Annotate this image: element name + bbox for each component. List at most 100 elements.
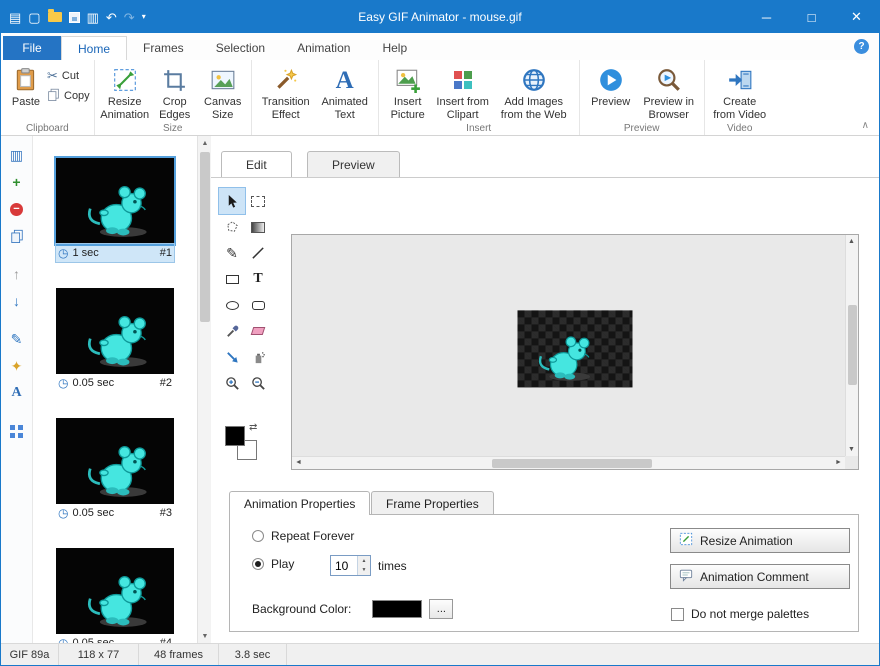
minimize-button[interactable]: ─ (744, 1, 789, 33)
tab-preview[interactable]: Preview (307, 151, 400, 177)
transition-effect-button[interactable]: Transition Effect (256, 64, 316, 123)
frame-grid-view-icon[interactable] (7, 422, 27, 440)
tab-selection[interactable]: Selection (200, 36, 281, 60)
edit-canvas[interactable]: ▲ ▼ ◄ ► (291, 234, 859, 470)
animation-comment-button[interactable]: Animation Comment (670, 564, 850, 589)
edit-frame-icon[interactable]: ✎ (7, 330, 27, 348)
preview-button[interactable]: Preview (584, 64, 638, 111)
text-tool[interactable]: T (245, 266, 271, 292)
close-button[interactable]: ✕ (834, 1, 879, 33)
resize-animation-button[interactable]: Resize Animation (99, 64, 151, 123)
gradient-fill-tool[interactable] (245, 214, 271, 240)
new-file-icon[interactable]: ▢ (28, 11, 40, 24)
ellipse-tool[interactable] (219, 292, 245, 318)
play-radio[interactable] (252, 558, 264, 570)
scrollbar-thumb[interactable] (848, 305, 857, 385)
repeat-forever-radio[interactable] (252, 530, 264, 542)
effects-wand-icon[interactable]: ✦ (7, 357, 27, 375)
scrollbar-thumb[interactable] (200, 152, 210, 322)
background-color-picker-button[interactable]: ... (429, 599, 453, 619)
maximize-button[interactable]: □ (789, 1, 834, 33)
marquee-select-tool[interactable] (245, 188, 271, 214)
merge-palettes-checkbox[interactable] (671, 608, 684, 621)
preview-in-browser-button[interactable]: Preview in Browser (638, 64, 700, 123)
group-size: Resize Animation Crop Edges Canvas Size … (95, 60, 252, 135)
delete-frame-icon[interactable]: − (7, 200, 27, 218)
spray-tool[interactable] (245, 344, 271, 370)
add-images-web-button[interactable]: Add Images from the Web (493, 64, 575, 123)
insert-clipart-button[interactable]: Insert from Clipart (433, 64, 493, 123)
foreground-color-swatch[interactable] (225, 426, 245, 446)
play-times-input[interactable] (331, 556, 357, 575)
select-tool[interactable] (219, 188, 245, 214)
crop-edges-button[interactable]: Crop Edges (151, 64, 199, 123)
scroll-right-icon[interactable]: ► (832, 456, 845, 469)
copy-button[interactable]: Copy (47, 88, 90, 104)
eyedropper-tool[interactable] (219, 318, 245, 344)
pencil-tool[interactable]: ✎ (219, 240, 245, 266)
add-frame-icon[interactable]: + (7, 173, 27, 191)
canvas-vertical-scrollbar[interactable]: ▲ ▼ (845, 235, 858, 456)
paste-button[interactable]: Paste (5, 64, 47, 111)
export-frames-icon[interactable]: ▥ (7, 146, 27, 164)
zoom-out-tool[interactable] (245, 370, 271, 396)
fill-tool[interactable] (219, 344, 245, 370)
frame-item-4[interactable]: ◷ 0.05 sec #4 (54, 548, 176, 643)
eraser-tool[interactable] (245, 318, 271, 344)
export-icon[interactable]: ▥ (87, 11, 99, 24)
spin-up-icon[interactable]: ▲ (358, 556, 370, 566)
zoom-in-tool[interactable] (219, 370, 245, 396)
tab-edit[interactable]: Edit (221, 151, 292, 177)
line-tool[interactable] (245, 240, 271, 266)
scroll-down-icon[interactable]: ▼ (198, 629, 212, 643)
frame-thumbnail[interactable] (56, 418, 174, 504)
play-option[interactable]: Play (252, 557, 294, 571)
canvas-horizontal-scrollbar[interactable]: ◄ ► (292, 456, 845, 469)
create-from-video-button[interactable]: Create from Video (709, 64, 771, 123)
frame-item-3[interactable]: ◷ 0.05 sec #3 (54, 418, 176, 522)
frame-thumbnail[interactable] (56, 548, 174, 634)
scroll-up-icon[interactable]: ▲ (198, 136, 212, 150)
freehand-select-tool[interactable] (219, 214, 245, 240)
rectangle-tool[interactable] (219, 266, 245, 292)
collapse-ribbon-icon[interactable]: ∧ (862, 120, 869, 131)
qat-customize-icon[interactable]: ▾ (142, 13, 146, 21)
animated-text-button[interactable]: A Animated Text (316, 64, 374, 123)
tab-frames[interactable]: Frames (127, 36, 200, 60)
swap-colors-icon[interactable]: ⇄ (249, 422, 257, 433)
scroll-down-icon[interactable]: ▼ (845, 443, 858, 456)
frame-text-icon[interactable]: A (7, 384, 27, 402)
tab-file[interactable]: File (3, 36, 61, 60)
cut-button[interactable]: ✂ Cut (47, 68, 90, 84)
frame-item-1[interactable]: ◷ 1 sec #1 (54, 158, 176, 262)
tab-home[interactable]: Home (61, 36, 127, 60)
frame-item-2[interactable]: ◷ 0.05 sec #2 (54, 288, 176, 392)
undo-icon[interactable]: ↶ (106, 11, 117, 24)
rounded-rectangle-tool[interactable] (245, 292, 271, 318)
duplicate-frame-icon[interactable] (7, 227, 27, 245)
frame-thumbnail[interactable] (56, 158, 174, 244)
help-icon[interactable]: ? (854, 39, 869, 54)
repeat-forever-option[interactable]: Repeat Forever (252, 529, 354, 543)
tab-animation[interactable]: Animation (281, 36, 366, 60)
save-icon[interactable] (69, 12, 80, 23)
tab-help[interactable]: Help (366, 36, 423, 60)
tab-animation-properties[interactable]: Animation Properties (229, 491, 370, 515)
redo-icon[interactable]: ↷ (124, 11, 135, 24)
scroll-up-icon[interactable]: ▲ (845, 235, 858, 248)
canvas-size-button[interactable]: Canvas Size (199, 64, 247, 123)
open-file-icon[interactable] (48, 12, 62, 22)
scroll-left-icon[interactable]: ◄ (292, 456, 305, 469)
merge-palettes-option[interactable]: Do not merge palettes (671, 607, 809, 621)
frame-list-scrollbar[interactable]: ▲ ▼ (197, 136, 211, 643)
move-frame-down-icon[interactable]: ↓ (7, 292, 27, 310)
insert-picture-button[interactable]: Insert Picture (383, 64, 433, 123)
resize-animation-panel-button[interactable]: Resize Animation (670, 528, 850, 553)
frame-thumbnail[interactable] (56, 288, 174, 374)
background-color-value-swatch[interactable] (372, 600, 422, 618)
spin-down-icon[interactable]: ▼ (358, 566, 370, 576)
scrollbar-thumb[interactable] (492, 459, 652, 468)
move-frame-up-icon[interactable]: ↑ (7, 265, 27, 283)
tab-frame-properties[interactable]: Frame Properties (371, 491, 494, 515)
gif-frame-image[interactable] (518, 310, 633, 387)
